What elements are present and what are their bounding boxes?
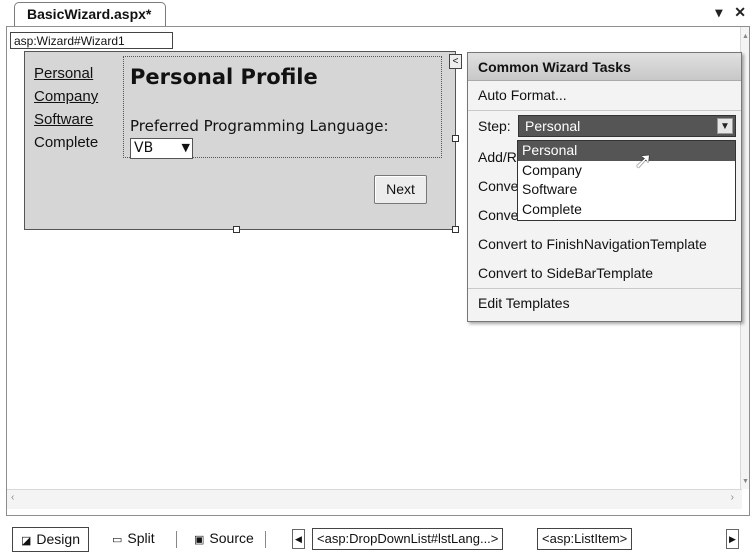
- document-tab-title: BasicWizard.aspx*: [27, 6, 152, 22]
- breadcrumb-forward-icon[interactable]: ▶: [726, 529, 739, 549]
- scroll-up-icon[interactable]: ▲: [742, 33, 749, 40]
- close-icon[interactable]: ✕: [734, 4, 746, 20]
- dropdown-option-personal[interactable]: Personal: [518, 141, 735, 161]
- sidebar-step-personal[interactable]: Personal: [34, 62, 114, 85]
- document-tab[interactable]: BasicWizard.aspx*: [14, 2, 166, 27]
- chevron-down-icon[interactable]: ▼: [182, 141, 190, 154]
- tab-split[interactable]: ▭ Split: [104, 527, 163, 552]
- horizontal-scrollbar[interactable]: ‹ ›: [7, 489, 742, 509]
- source-icon: ▣: [194, 534, 205, 546]
- design-icon: ◪: [21, 535, 32, 547]
- chevron-down-icon[interactable]: ▼: [717, 118, 733, 134]
- scroll-right-icon[interactable]: ›: [731, 492, 734, 503]
- document-tab-strip: BasicWizard.aspx* ▾ ✕: [0, 0, 752, 27]
- control-tag-chip: asp:Wizard#Wizard1: [10, 32, 173, 49]
- next-button[interactable]: Next: [374, 175, 427, 204]
- split-icon: ▭: [112, 534, 123, 546]
- resize-handle-right[interactable]: [452, 135, 459, 142]
- wizard-step-content: Personal Profile Preferred Programming L…: [123, 56, 442, 159]
- breadcrumb-dropdownlist[interactable]: <asp:DropDownList#lstLang...>: [312, 528, 504, 550]
- sidebar-step-software[interactable]: Software: [34, 108, 114, 131]
- language-value: VB: [134, 140, 154, 156]
- mouse-pointer-icon: ➚: [634, 148, 653, 173]
- scroll-down-icon[interactable]: ▼: [742, 478, 749, 485]
- convert-sidebar-template-link[interactable]: Convert to SideBarTemplate: [468, 259, 741, 288]
- tab-controls: ▾ ✕: [707, 4, 746, 21]
- language-label: Preferred Programming Language:: [130, 117, 389, 135]
- pin-dropdown-icon[interactable]: ▾: [715, 4, 722, 20]
- breadcrumb-back-icon[interactable]: ◀: [292, 529, 305, 549]
- step-row: Step: Personal ▼: [468, 111, 741, 143]
- smart-tag-icon[interactable]: <: [449, 54, 462, 69]
- tasks-panel-header: Common Wizard Tasks: [468, 53, 741, 81]
- edit-templates-link[interactable]: Edit Templates: [468, 289, 741, 318]
- language-select[interactable]: VB ▼: [130, 138, 193, 159]
- wizard-sidebar: Personal Company Software Complete: [34, 62, 114, 154]
- breadcrumb-listitem[interactable]: <asp:ListItem>: [537, 528, 633, 550]
- sidebar-step-complete[interactable]: Complete: [34, 131, 114, 154]
- scroll-left-icon[interactable]: ‹: [11, 492, 14, 503]
- dropdown-option-company[interactable]: Company: [518, 161, 735, 181]
- step-title: Personal Profile: [130, 65, 318, 89]
- tab-source[interactable]: ▣ Source: [186, 527, 262, 552]
- step-label: Step:: [478, 118, 511, 134]
- step-select-value: Personal: [525, 118, 581, 134]
- convert-finish-navigation-link[interactable]: Convert to FinishNavigationTemplate: [468, 230, 741, 259]
- sidebar-step-company[interactable]: Company: [34, 85, 114, 108]
- tab-design[interactable]: ◪ Design: [12, 527, 89, 552]
- auto-format-link[interactable]: Auto Format...: [468, 81, 741, 110]
- resize-handle-bottom[interactable]: [233, 226, 240, 233]
- step-select[interactable]: Personal ▼: [518, 115, 736, 137]
- step-dropdown-list: Personal Company Software Complete: [517, 140, 736, 221]
- resize-handle-corner[interactable]: [452, 226, 459, 233]
- view-status-bar: ◪ Design ▭ Split ▣ Source ◀ <asp:DropDownLi…: [0, 521, 752, 559]
- dropdown-option-complete[interactable]: Complete: [518, 200, 735, 220]
- wizard-control[interactable]: Personal Company Software Complete Perso…: [24, 51, 456, 230]
- dropdown-option-software[interactable]: Software: [518, 180, 735, 200]
